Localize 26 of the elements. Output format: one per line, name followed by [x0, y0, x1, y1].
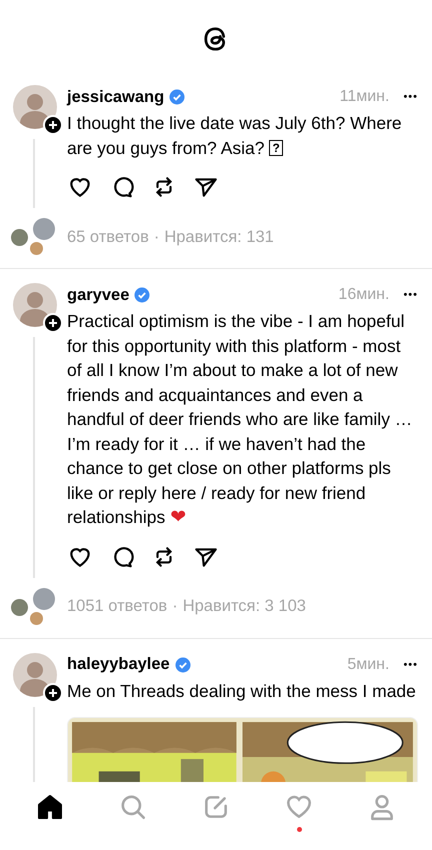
follow-plus-icon[interactable]: [43, 682, 63, 702]
reply-avatar: [33, 218, 55, 240]
more-button[interactable]: •••: [403, 289, 418, 301]
post-text: Practical optimism is the vibe - I am hopeful for this opportunity with this platform - most of all I know I’m about to make a lot of new friends and acquaintances and even a handful of deer friends who are like family … I’m ready for it … if we haven’t had the chance to get close on other platforms pls like or reply here / ready for new friend relationships ❤: [67, 310, 414, 530]
reply-avatar: [30, 242, 43, 255]
more-button[interactable]: •••: [403, 91, 418, 103]
follow-plus-icon[interactable]: [43, 115, 63, 135]
post-time: 11мин.: [340, 88, 390, 106]
username[interactable]: haleyybaylee: [67, 655, 170, 674]
separator-dot: ·: [172, 597, 178, 616]
more-button[interactable]: •••: [403, 658, 418, 670]
reply-avatar: [11, 598, 28, 616]
separator-dot: ·: [154, 228, 160, 246]
post-text: I thought the live date was July 6th? Where are you guys from? Asia? ?: [67, 112, 403, 160]
avatar[interactable]: [13, 85, 57, 129]
reply-avatar: [30, 612, 43, 624]
avatar[interactable]: [13, 283, 57, 327]
follow-plus-icon[interactable]: [43, 313, 63, 333]
post-time: 16мин.: [338, 286, 390, 304]
post-time: 5мин.: [347, 656, 390, 674]
reply-avatar: [33, 588, 55, 610]
username[interactable]: garyvee: [67, 286, 130, 304]
post-text: Me on Threads dealing with the mess I made: [67, 680, 417, 703]
username[interactable]: jessicawang: [67, 88, 164, 106]
reply-avatar: [11, 229, 28, 246]
avatar[interactable]: [13, 652, 57, 696]
